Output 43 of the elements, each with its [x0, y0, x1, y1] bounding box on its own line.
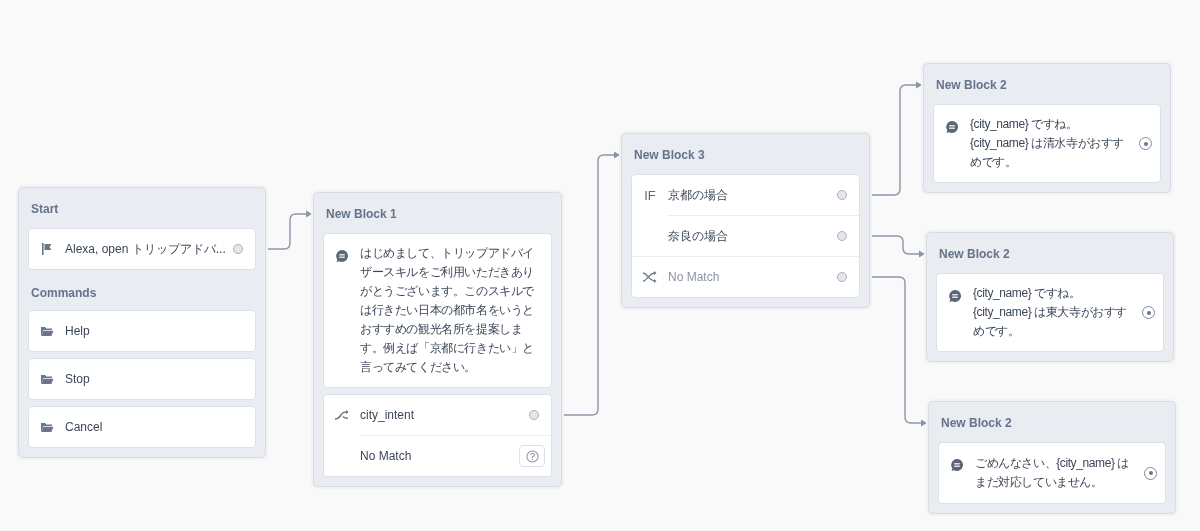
speech-bubble-icon [950, 458, 964, 472]
branch-arrow-icon [334, 409, 350, 421]
step-label[interactable]: Alexa, open トリップアドバ... [65, 239, 227, 259]
flow-block[interactable]: Start Alexa, open トリップアドバ... Commands Help Stop Cancel [18, 187, 266, 458]
speech-text: {city_name} ですね。 {city_name} は東大寺がおすすめです。 [973, 285, 1129, 340]
folder-icon [40, 373, 54, 385]
block-title: Start [30, 201, 60, 218]
speech-text: ごめんなさい、{city_name} はまだ対応していません。 [975, 455, 1131, 491]
speech-bubble-icon [948, 289, 962, 303]
block-title: New Block 2 [938, 246, 1011, 263]
speech-text: {city_name} ですね。 {city_name} は清水寺がおすすめです。 [970, 116, 1126, 171]
connection-port[interactable] [837, 190, 847, 200]
connection-port[interactable] [233, 244, 243, 254]
help-button[interactable] [519, 445, 545, 467]
step-label[interactable]: 京都の場合 [668, 185, 831, 205]
flag-icon [41, 242, 53, 256]
block-title: New Block 2 [935, 77, 1008, 94]
flow-block[interactable]: New Block 3 IF 京都の場合 奈良の場合 No Match [621, 133, 870, 308]
flow-block[interactable]: New Block 2 ごめんなさい、{city_name} はまだ対応していません。 [928, 401, 1176, 514]
flow-block[interactable]: New Block 1 はじめまして、トリップアドバイザースキルをご利用いただきありがとうございます。このスキルでは行きたい日本の都市名をいうとおすすめの観光名所を提案します。例えば「京都に行きたい」と言ってみてください。 city_intent No Match [313, 192, 562, 487]
connection-port[interactable] [529, 410, 539, 420]
question-mark-icon [525, 449, 539, 463]
step-label[interactable]: Help [65, 321, 243, 341]
folder-icon [40, 325, 54, 337]
folder-icon [40, 421, 54, 433]
block-title: New Block 1 [325, 206, 398, 223]
speech-bubble-icon [335, 249, 349, 263]
step-label[interactable]: Cancel [65, 417, 243, 437]
step-label[interactable]: No Match [360, 446, 513, 466]
block-title: New Block 2 [940, 415, 1013, 432]
step-label[interactable]: Stop [65, 369, 243, 389]
block-title: New Block 3 [633, 147, 706, 164]
connection-port[interactable] [837, 272, 847, 282]
flow-block[interactable]: New Block 2 {city_name} ですね。 {city_name} は清水寺がおすすめです。 [923, 63, 1171, 193]
connection-port[interactable] [837, 231, 847, 241]
step-label[interactable]: 奈良の場合 [668, 226, 831, 246]
speech-bubble-icon [945, 120, 959, 134]
step-label[interactable]: city_intent [360, 405, 523, 425]
shuffle-icon [642, 271, 658, 283]
speech-text: はじめまして、トリップアドバイザースキルをご利用いただきありがとうございます。このスキルでは行きたい日本の都市名をいうとおすすめの観光名所を提案します。例えば「京都に行きたい」と言ってみてください。 [360, 245, 535, 376]
flow-block[interactable]: New Block 2 {city_name} ですね。 {city_name} は東大寺がおすすめです。 [926, 232, 1174, 362]
condition-label: IF [644, 187, 656, 203]
section-label: Commands [30, 285, 98, 302]
